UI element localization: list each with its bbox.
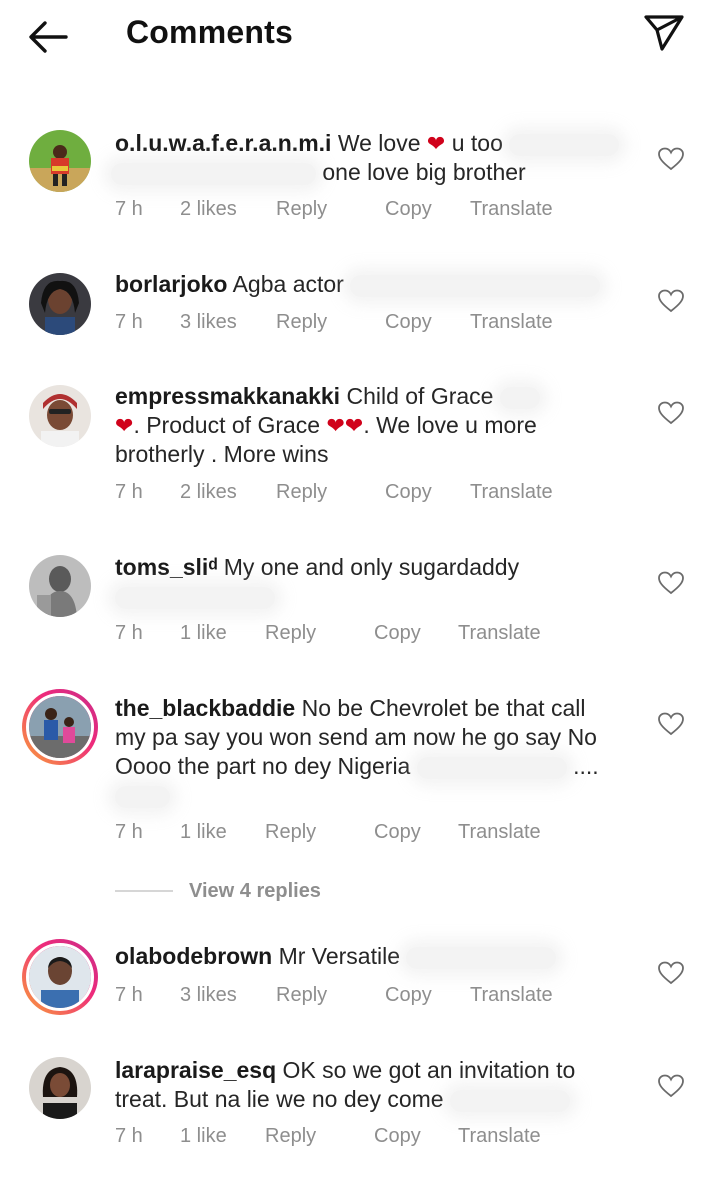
copy-button[interactable]: Copy bbox=[374, 821, 421, 844]
avatar[interactable] bbox=[29, 555, 91, 617]
direct-message-icon[interactable] bbox=[642, 12, 686, 52]
back-arrow-icon[interactable] bbox=[26, 18, 70, 56]
heart-like-icon[interactable] bbox=[658, 961, 684, 985]
comment-time: 7 h bbox=[115, 481, 143, 503]
redacted-emoji bbox=[416, 756, 567, 779]
view-replies-button[interactable]: View 4 replies bbox=[189, 880, 321, 903]
likes-count[interactable]: 1 like bbox=[180, 1125, 227, 1148]
reply-button[interactable]: Reply bbox=[276, 198, 327, 221]
red-heart-emoji-icon: ❤ bbox=[115, 413, 134, 438]
redacted-emoji bbox=[350, 274, 601, 297]
translate-button[interactable]: Translate bbox=[458, 622, 541, 645]
top-bar: Comments bbox=[0, 0, 720, 72]
reply-button[interactable]: Reply bbox=[265, 622, 316, 645]
comment-username[interactable]: the_blackbaddie bbox=[115, 695, 295, 721]
translate-button[interactable]: Translate bbox=[470, 984, 553, 1007]
comment-text: the_blackbaddie No be Chevrolet be that … bbox=[115, 694, 635, 810]
heart-like-icon[interactable] bbox=[658, 1074, 684, 1098]
copy-button[interactable]: Copy bbox=[374, 1125, 421, 1148]
heart-like-icon[interactable] bbox=[658, 147, 684, 171]
copy-button[interactable]: Copy bbox=[385, 311, 432, 334]
reply-button[interactable]: Reply bbox=[276, 311, 327, 334]
red-heart-emoji-icon: ❤❤ bbox=[326, 413, 364, 438]
reply-button[interactable]: Reply bbox=[276, 481, 327, 504]
avatar[interactable] bbox=[29, 273, 91, 335]
likes-count[interactable]: 2 likes bbox=[180, 198, 237, 221]
reply-button[interactable]: Reply bbox=[265, 1125, 316, 1148]
copy-button[interactable]: Copy bbox=[374, 622, 421, 645]
heart-like-icon[interactable] bbox=[658, 571, 684, 595]
heart-like-icon[interactable] bbox=[658, 401, 684, 425]
avatar-with-story-ring[interactable] bbox=[22, 689, 98, 765]
likes-count[interactable]: 2 likes bbox=[180, 481, 237, 504]
heart-like-icon[interactable] bbox=[658, 289, 684, 313]
comment-username[interactable]: borlarjoko bbox=[115, 271, 227, 297]
comment-text: borlarjoko Agba actor bbox=[115, 270, 635, 299]
redacted-emoji bbox=[509, 133, 620, 156]
avatar[interactable] bbox=[29, 130, 91, 192]
red-heart-emoji-icon: ❤ bbox=[426, 131, 446, 156]
avatar[interactable] bbox=[29, 385, 91, 447]
copy-button[interactable]: Copy bbox=[385, 481, 432, 504]
likes-count[interactable]: 3 likes bbox=[180, 311, 237, 334]
likes-count[interactable]: 3 likes bbox=[180, 984, 237, 1007]
reply-button[interactable]: Reply bbox=[276, 984, 327, 1007]
translate-button[interactable]: Translate bbox=[458, 821, 541, 844]
copy-button[interactable]: Copy bbox=[385, 198, 432, 221]
translate-button[interactable]: Translate bbox=[458, 1125, 541, 1148]
comment-username[interactable]: larapraise_esq bbox=[115, 1057, 276, 1083]
comment-text: o.l.u.w.a.f.e.r.a.n.m.i We love ❤ u too … bbox=[111, 129, 635, 187]
comment-username[interactable]: empressmakkanakki bbox=[115, 383, 340, 409]
replies-divider bbox=[115, 890, 173, 892]
comment-text: olabodebrown Mr Versatile bbox=[115, 942, 635, 971]
redacted-emoji bbox=[449, 1089, 570, 1112]
heart-like-icon[interactable] bbox=[658, 712, 684, 736]
translate-button[interactable]: Translate bbox=[470, 311, 553, 334]
comment-time: 7 h bbox=[115, 311, 143, 333]
redacted-emoji bbox=[111, 162, 316, 185]
avatar[interactable] bbox=[29, 1057, 91, 1119]
redacted-emoji bbox=[406, 946, 557, 969]
comment-text: empressmakkanakki Child of Grace ❤. Prod… bbox=[115, 382, 635, 469]
avatar-with-story-ring[interactable] bbox=[22, 939, 98, 1015]
comment-time: 7 h bbox=[115, 198, 143, 220]
likes-count[interactable]: 1 like bbox=[180, 622, 227, 645]
reply-button[interactable]: Reply bbox=[265, 821, 316, 844]
likes-count[interactable]: 1 like bbox=[180, 821, 227, 844]
comment-username[interactable]: o.l.u.w.a.f.e.r.a.n.m.i bbox=[115, 130, 331, 156]
comment-username[interactable]: olabodebrown bbox=[115, 943, 272, 969]
comment-time: 7 h bbox=[115, 622, 143, 644]
comment-username[interactable]: toms_sliᵈ bbox=[115, 554, 217, 580]
comment-time: 7 h bbox=[115, 984, 143, 1006]
redacted-emoji bbox=[115, 785, 170, 808]
redacted-emoji bbox=[499, 386, 540, 409]
page-title: Comments bbox=[126, 14, 293, 50]
copy-button[interactable]: Copy bbox=[385, 984, 432, 1007]
translate-button[interactable]: Translate bbox=[470, 481, 553, 504]
comment-time: 7 h bbox=[115, 821, 143, 843]
translate-button[interactable]: Translate bbox=[470, 198, 553, 221]
comment-text: toms_sliᵈ My one and only sugardaddy bbox=[115, 553, 635, 611]
comment-text: larapraise_esq OK so we got an invitatio… bbox=[115, 1057, 576, 1112]
redacted-emoji bbox=[115, 586, 275, 609]
comment-time: 7 h bbox=[115, 1125, 143, 1147]
